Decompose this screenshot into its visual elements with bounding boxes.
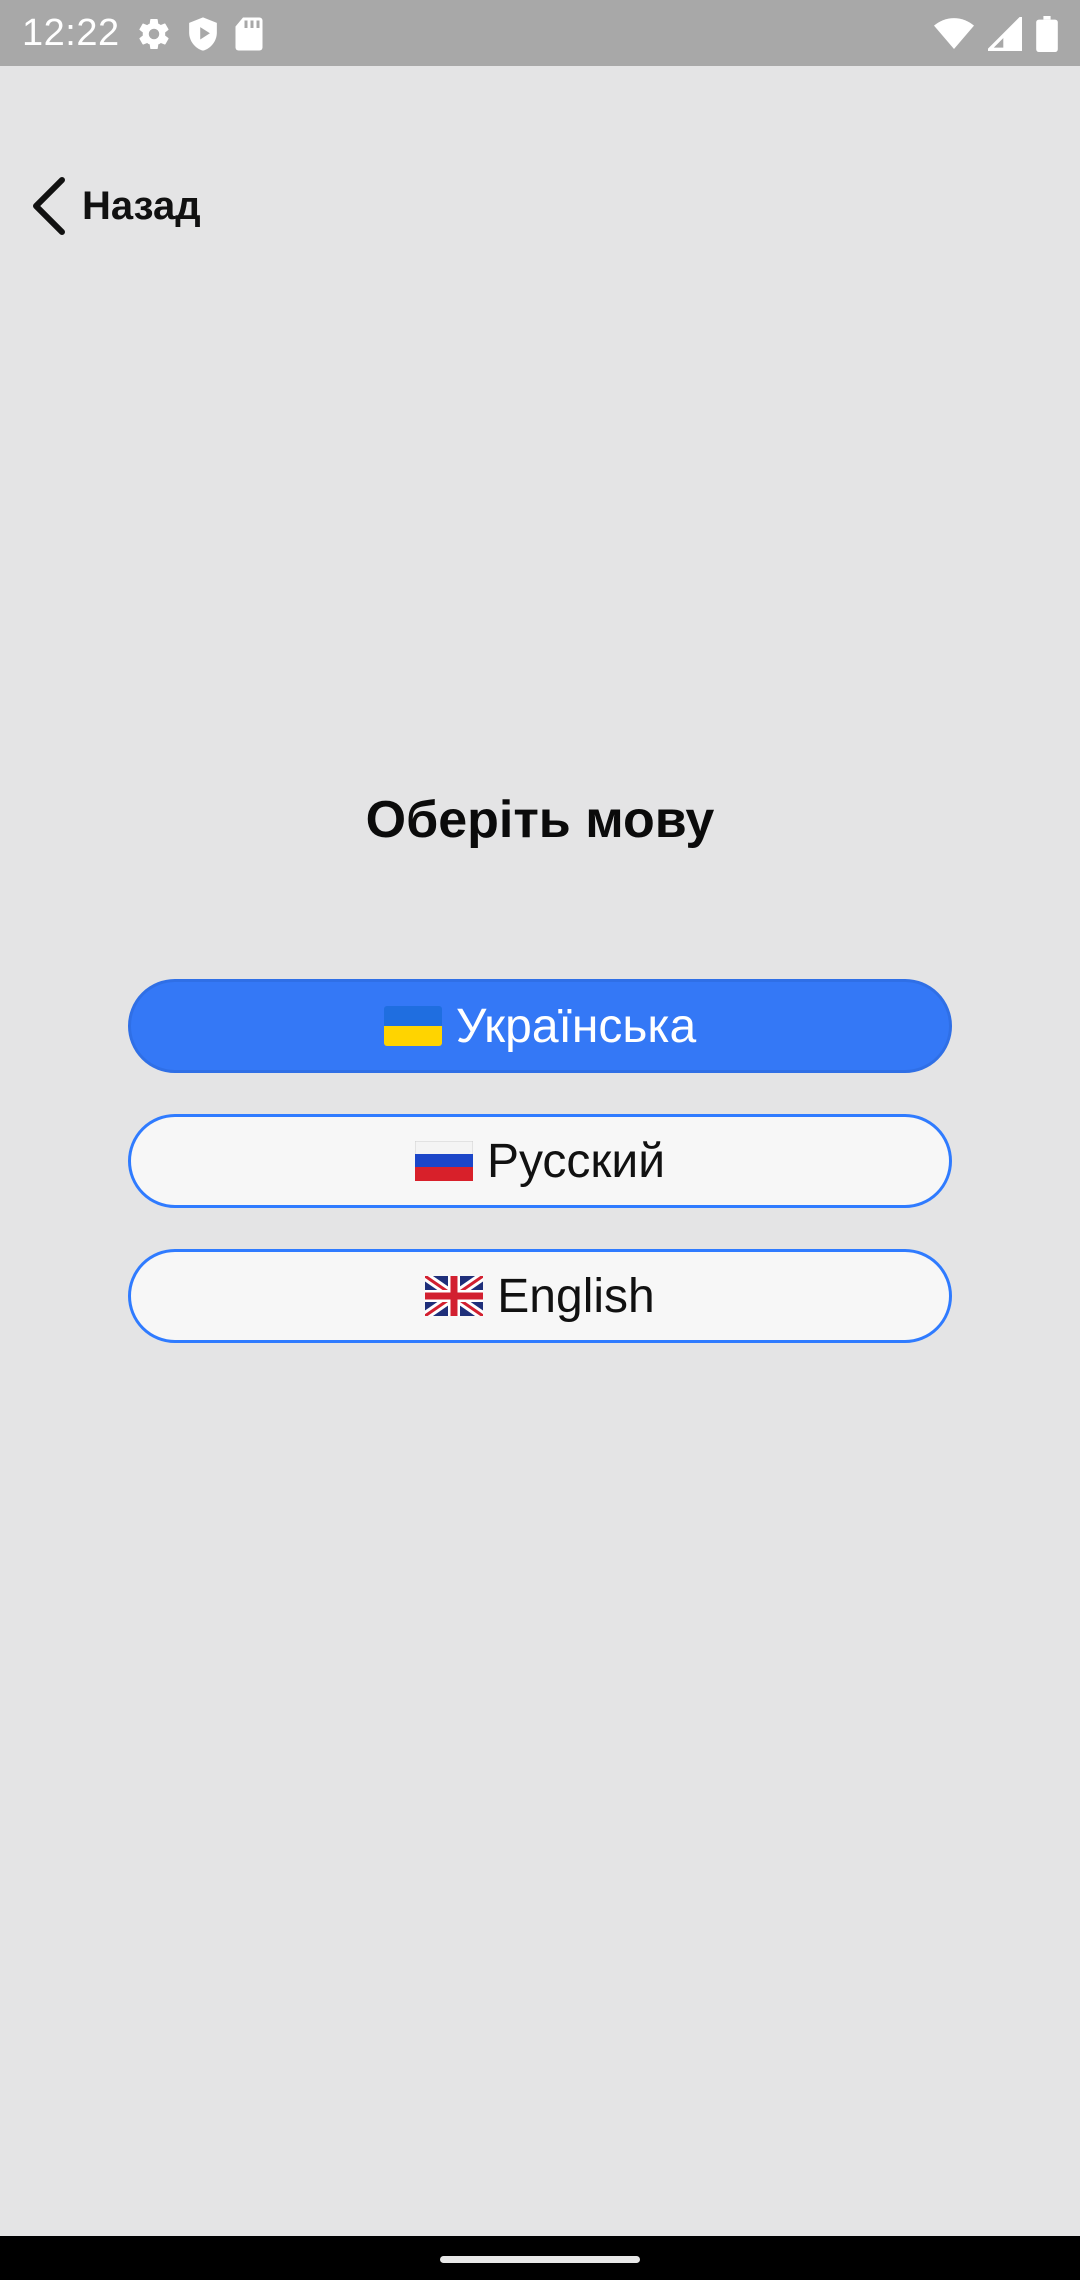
home-indicator[interactable] [440,2256,640,2263]
status-icons-right [934,14,1058,54]
status-bar: 12:22 [0,0,1080,66]
language-label: Русский [486,1134,666,1188]
settings-icon [136,16,172,52]
shield-play-icon [186,16,220,52]
language-label: English [497,1269,655,1323]
language-button-ukrainian[interactable]: Українська [128,979,952,1073]
language-label: Українська [455,999,697,1053]
status-time: 12:22 [22,12,120,54]
chevron-left-icon [28,174,68,238]
page-title: Оберіть мову [365,791,715,849]
status-icons-left [136,14,264,54]
battery-icon [1036,16,1058,52]
language-button-russian[interactable]: Русский [128,1114,952,1208]
russia-flag-icon [414,1141,473,1181]
uk-flag-icon [425,1276,484,1316]
language-button-english[interactable]: English [128,1249,952,1343]
sd-card-icon [234,16,264,52]
back-label: Назад [82,183,201,228]
ukraine-flag-icon [383,1006,442,1046]
signal-icon [988,17,1022,51]
back-button[interactable]: Назад [28,170,201,242]
wifi-icon [934,17,974,51]
